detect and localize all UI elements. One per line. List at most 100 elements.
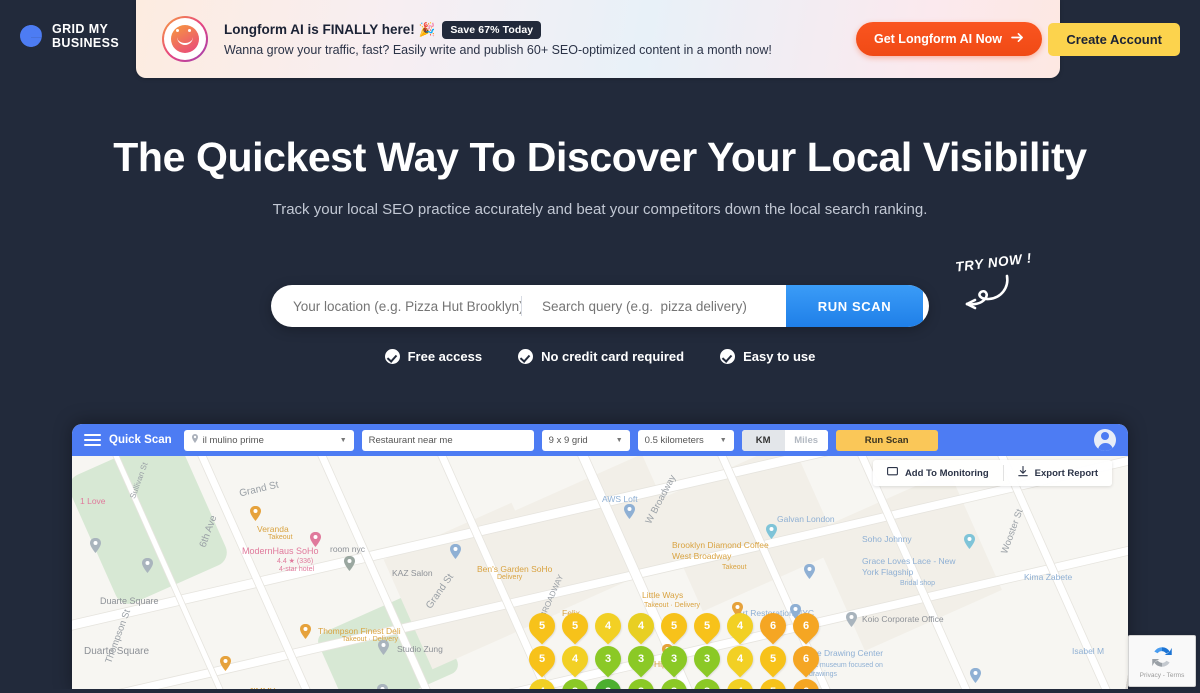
grid-pin-value: 5 (538, 620, 546, 632)
page-title: The Quickest Way To Discover Your Local … (113, 134, 1087, 180)
app-radius-select[interactable]: 0.5 kilometers ▼ (637, 429, 734, 451)
app-grid-value: 9 x 9 grid (548, 434, 588, 446)
grid-pin-value: 3 (604, 653, 612, 665)
add-to-monitoring-button[interactable]: Add To Monitoring (873, 460, 1003, 486)
grid-pin[interactable]: 4 (622, 607, 660, 645)
map-poi-marker[interactable] (220, 656, 231, 671)
map-place-label: ModernHaus SoHo (242, 546, 319, 556)
create-account-button[interactable]: Create Account (1048, 23, 1180, 56)
brand-logo[interactable]: GRID MY BUSINESS (18, 22, 119, 50)
grid-pin[interactable]: 6 (754, 607, 792, 645)
grid-pin-value: 6 (802, 620, 810, 632)
map-poi-marker[interactable] (300, 624, 311, 639)
hero-subheadline: Track your local SEO practice accurately… (272, 201, 928, 218)
map-place-label: Little Ways (642, 590, 684, 600)
map-poi-marker[interactable] (846, 612, 857, 627)
grid-pin[interactable]: 5 (754, 640, 792, 678)
recaptcha-label: Privacy - Terms (1139, 671, 1185, 679)
run-scan-button[interactable]: RUN SCAN (786, 285, 923, 327)
map-place-label: Galvan London (777, 514, 835, 524)
map-place-label: Ben's Garden SoHo (477, 564, 553, 574)
grid-pin[interactable]: 4 (556, 640, 594, 678)
app-query-input[interactable]: Restaurant near me (361, 429, 534, 451)
grid-pin-value: 4 (736, 653, 744, 665)
promo-text: Longform AI is FINALLY here! 🎉 Save 67% … (224, 21, 856, 57)
map-place-label: 1 Love (80, 496, 106, 506)
promo-subline: Wanna grow your traffic, fast? Easily wr… (224, 43, 772, 57)
grid-pin[interactable]: 4 (721, 640, 759, 678)
map-place-label: Duarte Square (100, 596, 159, 606)
grid-pin[interactable]: 5 (655, 607, 693, 645)
grid-pin-value: 6 (802, 653, 810, 665)
grid-pin-value: 4 (571, 653, 579, 665)
grid-pin[interactable]: 3 (655, 640, 693, 678)
map-place-sublabel: 4.4 ★ (336) (277, 558, 314, 565)
grid-pin[interactable]: 5 (523, 640, 561, 678)
user-avatar-icon[interactable] (1094, 429, 1116, 451)
search-query-input[interactable] (522, 285, 786, 327)
grid-pin[interactable]: 6 (787, 607, 825, 645)
map-poi-marker[interactable] (624, 504, 635, 519)
chevron-down-icon: ▼ (339, 436, 347, 444)
map-place-label: Brooklyn Diamond Coffee West Broadway (672, 540, 769, 561)
location-input[interactable] (271, 285, 521, 327)
grid-pin[interactable]: 3 (622, 640, 660, 678)
map-place-sublabel: Takeout (268, 534, 293, 541)
grid-pin[interactable]: 5 (556, 607, 594, 645)
map-poi-marker[interactable] (142, 558, 153, 573)
grid-pin[interactable]: 5 (523, 607, 561, 645)
grid-pin-value: 4 (736, 620, 744, 632)
app-run-scan-button[interactable]: Run Scan (835, 429, 938, 451)
map-poi-marker[interactable] (964, 534, 975, 549)
map-place-label: AWS Loft (602, 494, 638, 504)
add-to-monitoring-label: Add To Monitoring (904, 467, 989, 479)
feature-item-no-credit-card: No credit card required (518, 349, 684, 364)
grid-pin-value: 3 (637, 653, 645, 665)
grid-pin-value: 3 (703, 653, 711, 665)
check-circle-icon (720, 349, 736, 364)
app-grid-select[interactable]: 9 x 9 grid ▼ (541, 429, 630, 451)
chevron-down-icon: ▼ (719, 436, 727, 444)
grid-pin[interactable]: 3 (688, 640, 726, 678)
feature-label: Free access (407, 349, 483, 364)
grid-pin[interactable]: 6 (787, 640, 825, 678)
grid-pin[interactable]: 3 (589, 640, 627, 678)
hamburger-menu-icon[interactable] (84, 434, 101, 446)
recaptcha-badge[interactable]: Privacy - Terms (1128, 635, 1196, 687)
grid-pin[interactable]: 4 (721, 607, 759, 645)
export-report-button[interactable]: Export Report (1004, 460, 1112, 486)
grid-pin[interactable]: 4 (589, 607, 627, 645)
map-poi-marker[interactable] (766, 524, 777, 539)
feature-list: Free access No credit card required Easy… (0, 349, 1200, 364)
map-place-label: Soho Johnny (862, 534, 912, 544)
map-place-label: Koio Corporate Office (862, 614, 944, 624)
map-poi-marker[interactable] (310, 532, 321, 547)
map-place-sublabel: Takeout · Delivery (644, 602, 701, 609)
map-place-label: Veranda (257, 524, 289, 534)
map-poi-marker[interactable] (344, 556, 355, 571)
grid-pin-value: 6 (769, 620, 777, 632)
map-place-label: room nyc (330, 544, 365, 554)
check-circle-icon (518, 349, 534, 364)
map-place-label: KAZ Salon (392, 568, 433, 578)
get-longform-ai-button[interactable]: Get Longform AI Now (856, 22, 1042, 56)
unit-miles-option[interactable]: Miles (784, 429, 828, 451)
brand-name: GRID MY BUSINESS (52, 22, 120, 50)
grid-pin[interactable]: 5 (688, 607, 726, 645)
map-poi-marker[interactable] (804, 564, 815, 579)
unit-km-option[interactable]: KM (741, 429, 785, 451)
map-poi-marker[interactable] (450, 544, 461, 559)
recaptcha-icon (1149, 644, 1175, 670)
map-poi-marker[interactable] (90, 538, 101, 553)
map-poi-marker[interactable] (250, 506, 261, 521)
app-unit-toggle[interactable]: KM Miles (741, 429, 828, 451)
promo-headline-row: Longform AI is FINALLY here! 🎉 Save 67% … (224, 21, 856, 39)
promo-cta-label: Get Longform AI Now (874, 32, 1002, 46)
map-place-sublabel: Takeout (722, 564, 747, 571)
map-poi-marker[interactable] (378, 640, 389, 655)
map-poi-marker[interactable] (970, 668, 981, 683)
grid-pin-value: 5 (769, 653, 777, 665)
google-g-icon (18, 23, 44, 49)
app-location-select[interactable]: il mulino prime ▼ (183, 429, 354, 451)
map-canvas[interactable]: Grand St 6th Ave W Broadway Wooster St G… (72, 456, 1128, 693)
